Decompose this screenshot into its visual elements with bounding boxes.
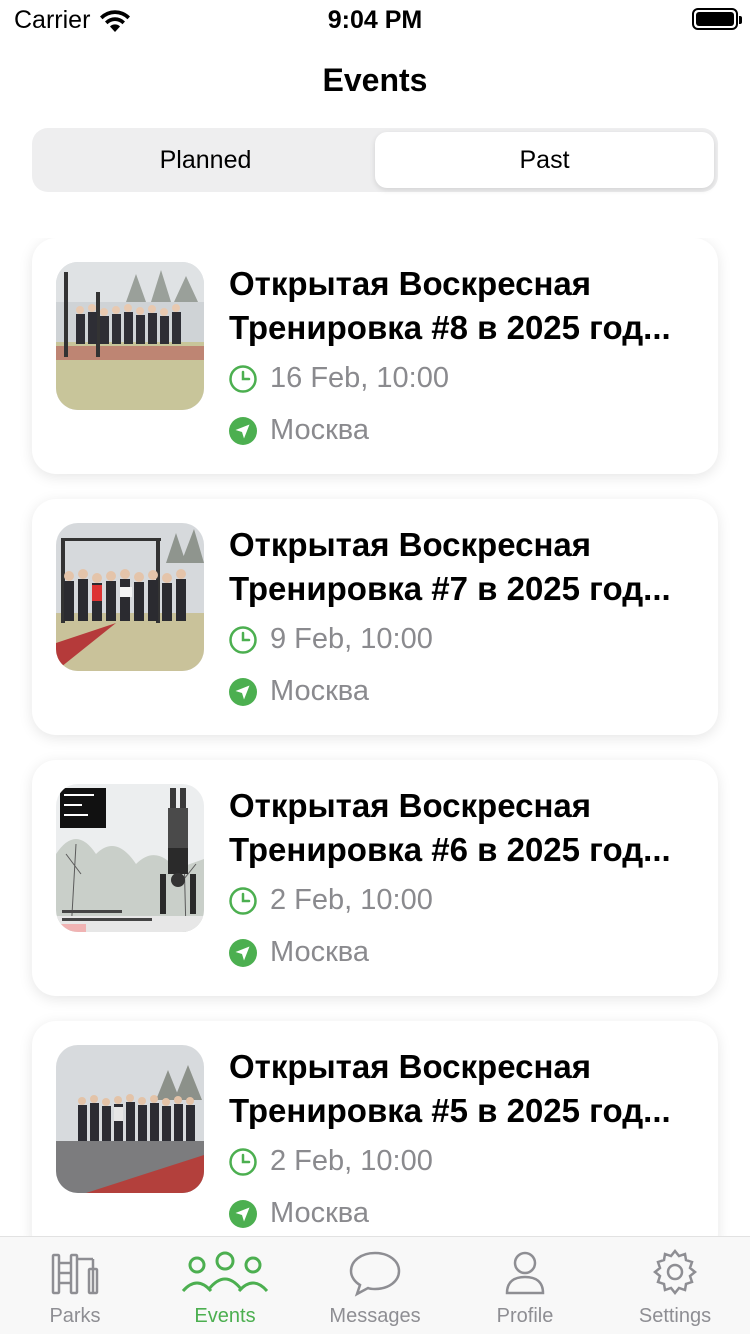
settings-icon	[652, 1249, 698, 1296]
event-date-row: 2 Feb, 10:00	[228, 1145, 433, 1178]
tab-label: Settings	[638, 1305, 712, 1327]
events-icon	[181, 1251, 269, 1293]
profile-icon	[505, 1251, 545, 1295]
event-list[interactable]: Открытая Воскресная Тренировка #8 в 2025…	[0, 238, 750, 1238]
tab-parks[interactable]: Parks	[0, 1237, 150, 1334]
messages-icon	[349, 1251, 401, 1297]
event-place-row: Москва	[228, 936, 369, 969]
events-screen: Carrier 9:04 PM Events Planned Past Откр…	[0, 0, 750, 1334]
tab-messages[interactable]: Messages	[300, 1237, 450, 1334]
event-photo	[56, 1045, 204, 1193]
segment-past[interactable]: Past	[375, 132, 714, 188]
event-date-row: 2 Feb, 10:00	[228, 884, 433, 917]
clock-icon	[229, 625, 257, 654]
event-date: 16 Feb, 10:00	[270, 362, 449, 394]
event-date-row: 9 Feb, 10:00	[228, 623, 433, 656]
event-date: 2 Feb, 10:00	[270, 1145, 433, 1177]
page-title: Events	[322, 62, 428, 98]
parks-icon	[51, 1253, 99, 1295]
event-card[interactable]: Открытая Воскресная Тренировка #6 в 2025…	[32, 760, 718, 996]
tab-events[interactable]: Events	[150, 1237, 300, 1334]
event-title: Открытая Воскресная Тренировка #7 в 2025…	[229, 526, 671, 607]
tab-label: Parks	[49, 1305, 101, 1327]
tab-label: Profile	[496, 1305, 554, 1327]
event-place: Москва	[270, 1197, 370, 1229]
event-place-row: Москва	[228, 414, 369, 447]
event-title: Открытая Воскресная Тренировка #8 в 2025…	[229, 265, 671, 346]
event-place: Москва	[270, 675, 370, 707]
event-title: Открытая Воскресная Тренировка #5 в 2025…	[229, 1048, 671, 1129]
location-arrow-icon	[229, 677, 257, 706]
tab-label: Messages	[329, 1305, 421, 1327]
tab-label: Events	[194, 1305, 256, 1327]
event-date-row: 16 Feb, 10:00	[228, 362, 449, 395]
status-bar: Carrier 9:04 PM	[0, 0, 750, 40]
clock-icon	[229, 886, 257, 915]
clock-icon	[229, 1147, 257, 1176]
event-date: 9 Feb, 10:00	[270, 623, 433, 655]
event-photo	[56, 262, 204, 410]
event-card[interactable]: Открытая Воскресная Тренировка #5 в 2025…	[32, 1021, 718, 1238]
status-time: 9:04 PM	[327, 6, 423, 34]
event-photo	[56, 784, 204, 932]
clock-icon	[229, 364, 257, 393]
event-card[interactable]: Открытая Воскресная Тренировка #7 в 2025…	[32, 499, 718, 735]
battery-icon	[692, 8, 742, 30]
location-arrow-icon	[229, 416, 257, 445]
event-photo	[56, 523, 204, 671]
segment-planned[interactable]: Planned	[36, 132, 375, 188]
event-title: Открытая Воскресная Тренировка #6 в 2025…	[229, 787, 671, 868]
location-arrow-icon	[229, 1199, 257, 1228]
event-place-row: Москва	[228, 675, 369, 708]
event-date: 2 Feb, 10:00	[270, 884, 433, 916]
event-place-row: Москва	[228, 1197, 369, 1230]
tab-settings[interactable]: Settings	[600, 1237, 750, 1334]
events-filter-segmented-control: Planned Past	[32, 128, 718, 192]
event-place: Москва	[270, 414, 370, 446]
tab-bar: Parks Events Messages Profile Settings	[0, 1236, 750, 1334]
tab-profile[interactable]: Profile	[450, 1237, 600, 1334]
event-card[interactable]: Открытая Воскресная Тренировка #8 в 2025…	[32, 238, 718, 474]
event-place: Москва	[270, 936, 370, 968]
location-arrow-icon	[229, 938, 257, 967]
